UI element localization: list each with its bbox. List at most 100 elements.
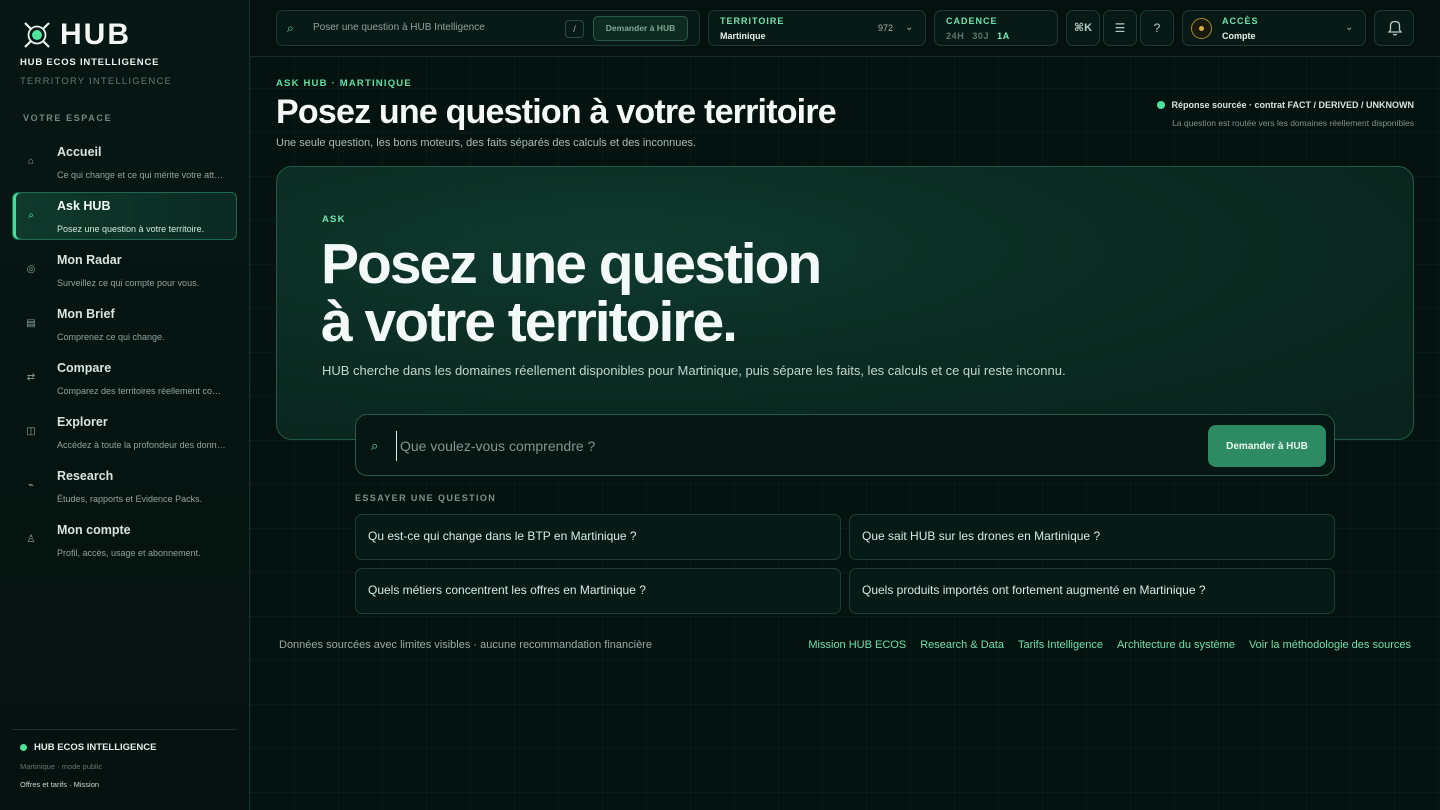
cadence-option-24h[interactable]: 24H <box>946 31 964 41</box>
ask-input[interactable] <box>396 431 1196 461</box>
logo[interactable]: HUB <box>22 20 131 50</box>
sidebar-item-desc: Posez une question à votre territoire. <box>57 224 205 234</box>
cadence-options: 24H 30J 1A <box>946 31 1010 41</box>
sidebar-item-desc: Surveillez ce qui compte pour vous. <box>57 278 200 288</box>
search-shortcut-key: / <box>565 20 584 38</box>
sidebar-footer-links[interactable]: Offres et tarifs · Mission <box>20 780 237 789</box>
brand-name: HUB ECOS INTELLIGENCE <box>20 57 160 68</box>
hero-eyebrow: ASK <box>322 214 346 225</box>
source-status-text: Réponse sourcée · contrat FACT / DERIVED… <box>1171 100 1414 110</box>
territory-value: Martinique <box>720 31 766 41</box>
suggestion-card[interactable]: Que sait HUB sur les drones en Martiniqu… <box>849 514 1335 560</box>
menu-icon: ☰ <box>1114 21 1126 35</box>
sidebar-item-mon-compte[interactable]: ♙ Mon compte Profil, accès, usage et abo… <box>12 516 237 564</box>
footer-note: Données sourcées avec limites visibles ·… <box>279 639 652 651</box>
page-title: Posez une question à votre territoire <box>276 93 837 131</box>
top-ask-button[interactable]: Demander à HUB <box>593 16 688 41</box>
sidebar-item-title: Compare <box>57 361 112 375</box>
avatar <box>1191 18 1212 39</box>
help-button[interactable]: ? <box>1140 10 1174 46</box>
brief-icon: ▤ <box>26 318 36 329</box>
sidebar-item-mon-radar[interactable]: ◎ Mon Radar Surveillez ce qui compte pou… <box>12 246 237 294</box>
sidebar-item-desc: Comprenez ce qui change. <box>57 332 165 342</box>
help-icon: ? <box>1153 21 1161 35</box>
hero-title: Posez une question à votre territoire. <box>321 232 822 354</box>
sidebar-footer-subtitle: Martinique · mode public <box>20 762 103 771</box>
cadence-label: CADENCE <box>946 16 998 26</box>
hero-title-line: à votre territoire. <box>321 290 738 354</box>
top-search-placeholder: Poser une question à HUB Intelligence <box>313 22 485 33</box>
suggestion-card[interactable]: Quels métiers concentrent les offres en … <box>355 568 841 614</box>
sidebar-item-accueil[interactable]: ⌂ Accueil Ce qui change et ce qui mérite… <box>12 138 237 186</box>
page-subtitle: Une seule question, les bons moteurs, de… <box>276 137 697 149</box>
sidebar-item-title: Ask HUB <box>57 199 111 213</box>
notifications-button[interactable] <box>1374 10 1414 46</box>
ask-submit-button[interactable]: Demander à HUB <box>1208 425 1326 467</box>
sidebar-item-title: Explorer <box>57 415 108 429</box>
cadence-option-30j[interactable]: 30J <box>972 31 989 41</box>
territory-selector[interactable]: TERRITOIRE Martinique 972 ⌄ <box>708 10 926 46</box>
suggestion-card[interactable]: Qu est-ce qui change dans le BTP en Mart… <box>355 514 841 560</box>
hero-card: ASK Posez une question à votre territoir… <box>276 166 1414 440</box>
chevron-down-icon: ⌄ <box>1345 22 1354 33</box>
footer-link-architecture[interactable]: Architecture du système <box>1117 639 1235 651</box>
sidebar-item-mon-brief[interactable]: ▤ Mon Brief Comprenez ce qui change. <box>12 300 237 348</box>
sidebar: HUB HUB ECOS INTELLIGENCE TERRITORY INTE… <box>0 0 250 810</box>
cadence-option-1a[interactable]: 1A <box>997 31 1010 41</box>
hero-title-line: Posez une question <box>321 232 822 296</box>
sidebar-item-desc: Ce qui change et ce qui mérite votre att… <box>57 170 227 180</box>
ask-bar: ⌕ Demander à HUB <box>355 414 1335 476</box>
page-eyebrow: ASK HUB · MARTINIQUE <box>276 78 412 89</box>
access-value: Compte <box>1222 31 1256 41</box>
sidebar-item-desc: Comparez des territoires réellement comp… <box>57 386 227 396</box>
sidebar-item-compare[interactable]: ⇄ Compare Comparez des territoires réell… <box>12 354 237 402</box>
access-menu[interactable]: ACCÈS Compte ⌄ <box>1182 10 1366 46</box>
footer-link-research[interactable]: Research & Data <box>920 639 1004 651</box>
footer-link-tarifs[interactable]: Tarifs Intelligence <box>1018 639 1103 651</box>
sidebar-item-desc: Études, rapports et Evidence Packs. <box>57 494 203 504</box>
access-label: ACCÈS <box>1222 16 1259 26</box>
cadence-selector: CADENCE 24H 30J 1A <box>934 10 1058 46</box>
topbar: ⌕ Poser une question à HUB Intelligence … <box>250 0 1440 57</box>
sidebar-item-desc: Accédez à toute la profondeur des donnée… <box>57 440 227 450</box>
source-status-sub: La question est routée vers les domaines… <box>1172 118 1414 128</box>
search-icon: ⌕ <box>28 210 34 221</box>
sidebar-footer-title: HUB ECOS INTELLIGENCE <box>34 742 157 753</box>
sidebar-item-desc: Profil, accès, usage et abonnement. <box>57 548 201 558</box>
sidebar-item-title: Mon Brief <box>57 307 115 321</box>
search-icon: ⌕ <box>371 438 379 453</box>
chevron-down-icon: ⌄ <box>905 22 914 33</box>
status-dot <box>1157 101 1166 109</box>
hub-logo-icon <box>24 22 50 48</box>
territory-label: TERRITOIRE <box>720 16 785 26</box>
sidebar-item-research[interactable]: ⌁ Research Études, rapports et Evidence … <box>12 462 237 510</box>
command-palette-button[interactable]: ⌘K <box>1066 10 1100 46</box>
sidebar-item-title: Accueil <box>57 145 102 159</box>
footer-link-mission[interactable]: Mission HUB ECOS <box>808 639 906 651</box>
brand-subtitle: TERRITORY INTELLIGENCE <box>20 76 173 87</box>
suggestion-card[interactable]: Quels produits importés ont fortement au… <box>849 568 1335 614</box>
top-search[interactable]: ⌕ Poser une question à HUB Intelligence … <box>276 10 700 46</box>
menu-button[interactable]: ☰ <box>1103 10 1137 46</box>
source-status: Réponse sourcée · contrat FACT / DERIVED… <box>1157 100 1414 110</box>
account-icon: ♙ <box>26 534 36 545</box>
sidebar-item-title: Research <box>57 469 114 483</box>
command-icon: ⌘K <box>1073 22 1093 34</box>
hero-description: HUB cherche dans les domaines réellement… <box>322 363 1066 378</box>
sidebar-footer: HUB ECOS INTELLIGENCE Martinique · mode … <box>12 729 237 789</box>
sidebar-item-title: Mon Radar <box>57 253 122 267</box>
explorer-icon: ◫ <box>26 426 36 437</box>
radar-icon: ◎ <box>26 264 36 275</box>
research-icon: ⌁ <box>27 480 35 491</box>
home-icon: ⌂ <box>27 156 35 167</box>
compare-icon: ⇄ <box>26 372 36 383</box>
bell-icon <box>1387 20 1403 36</box>
footer-link-methodology[interactable]: Voir la méthodologie des sources <box>1249 639 1411 651</box>
sidebar-item-ask-hub[interactable]: ⌕ Ask HUB Posez une question à votre ter… <box>12 192 237 240</box>
sidebar-nav: ⌂ Accueil Ce qui change et ce qui mérite… <box>12 138 237 570</box>
section-label: VOTRE ESPACE <box>23 113 113 123</box>
try-question-label: ESSAYER UNE QUESTION <box>355 493 497 503</box>
sidebar-item-explorer[interactable]: ◫ Explorer Accédez à toute la profondeur… <box>12 408 237 456</box>
territory-code: 972 <box>878 23 894 33</box>
footer-links: Mission HUB ECOS Research & Data Tarifs … <box>808 639 1411 651</box>
